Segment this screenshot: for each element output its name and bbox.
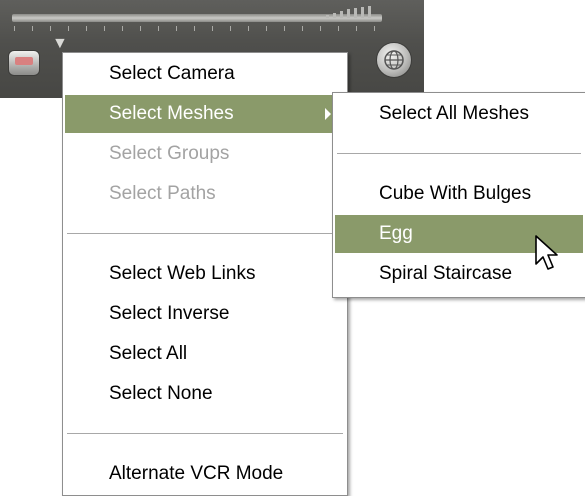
menu-item-label: Select Web Links	[109, 263, 256, 284]
menu-item-label: Egg	[379, 223, 413, 244]
menu-item-label: Select Paths	[109, 183, 216, 204]
globe-icon[interactable]	[376, 42, 412, 78]
menu-item-label: Select All	[109, 343, 188, 364]
level-meter-icon	[326, 6, 378, 18]
menu-item-label: Select None	[109, 383, 213, 404]
menu-separator	[67, 433, 343, 435]
menu-item-label: Alternate VCR Mode	[109, 463, 284, 484]
menu-item-select-web-links[interactable]: Select Web Links	[65, 255, 345, 293]
menu-separator	[67, 233, 343, 235]
mouse-pointer-icon	[535, 235, 558, 270]
menu-item-select-meshes[interactable]: Select Meshes	[65, 95, 345, 133]
view-mode-button[interactable]	[8, 50, 40, 76]
menu-item-label: Select Groups	[109, 143, 230, 164]
menu-item-select-all[interactable]: Select All	[65, 335, 345, 373]
submenu-arrow-icon	[325, 108, 331, 120]
menu-item-alternate-vcr-mode[interactable]: Alternate VCR Mode	[65, 455, 345, 493]
submenu-item-select-all-meshes[interactable]: Select All Meshes	[335, 95, 583, 133]
menu-item-select-inverse[interactable]: Select Inverse	[65, 295, 345, 333]
menu-item-label: Select Inverse	[109, 303, 230, 324]
funnel-icon[interactable]: ▼	[52, 36, 68, 52]
menu-item-select-none[interactable]: Select None	[65, 375, 345, 413]
menu-item-select-groups[interactable]: Select Groups	[65, 135, 345, 173]
menu-item-label: Spiral Staircase	[379, 263, 513, 284]
menu-item-label: Select Camera	[109, 63, 235, 84]
timeline-ticks	[14, 26, 382, 31]
menu-item-select-camera[interactable]: Select Camera	[65, 55, 345, 93]
menu-separator	[337, 153, 581, 155]
menu-item-label: Select Meshes	[109, 103, 234, 124]
menu-item-select-paths[interactable]: Select Paths	[65, 175, 345, 213]
menu-item-label: Cube With Bulges	[379, 183, 532, 204]
submenu-item-cube-with-bulges[interactable]: Cube With Bulges	[335, 175, 583, 213]
menu-item-label: Select All Meshes	[379, 103, 529, 124]
context-menu: Select Camera Select Meshes Select Group…	[62, 52, 348, 496]
